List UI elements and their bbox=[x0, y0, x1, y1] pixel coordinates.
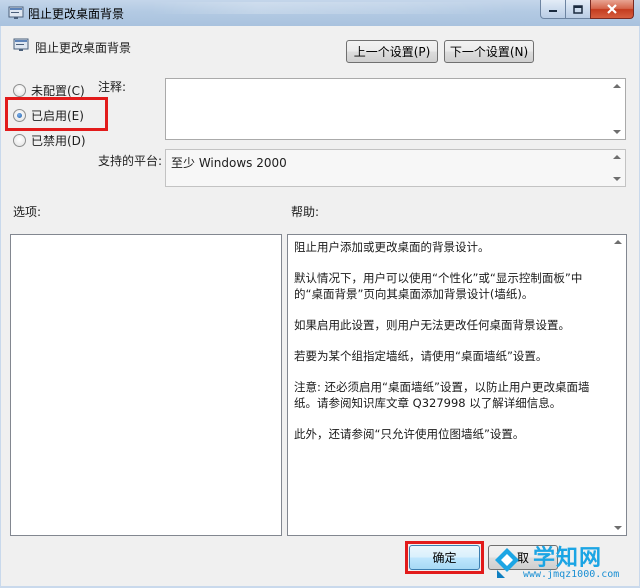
dialog-client-area: 阻止更改桌面背景 上一个设置(P) 下一个设置(N) 未配置(C) 已启用(E)… bbox=[1, 26, 639, 586]
help-scrollbar[interactable] bbox=[610, 235, 626, 535]
title-bar: 阻止更改桌面背景 bbox=[0, 0, 640, 26]
scroll-down-icon[interactable] bbox=[614, 526, 622, 530]
scroll-up-icon[interactable] bbox=[613, 155, 621, 159]
minimize-icon bbox=[549, 10, 557, 12]
help-paragraph: 如果启用此设置，则用户无法更改任何桌面背景设置。 bbox=[294, 318, 570, 332]
next-setting-button[interactable]: 下一个设置(N) bbox=[444, 40, 534, 63]
scroll-up-icon[interactable] bbox=[613, 84, 621, 88]
help-text: 阻止用户添加或更改桌面的背景设计。 默认情况下，用户可以使用“个性化”或“显示控… bbox=[294, 239, 604, 457]
platform-label: 支持的平台: bbox=[98, 154, 163, 168]
comment-scrollbar[interactable] bbox=[609, 79, 625, 139]
ok-highlight-box bbox=[405, 541, 484, 574]
radio-disabled[interactable]: 已禁用(D) bbox=[13, 132, 86, 148]
radio-label: 已禁用(D) bbox=[31, 133, 86, 148]
comment-label: 注释: bbox=[98, 80, 127, 94]
enabled-highlight-box bbox=[5, 97, 108, 131]
radio-label: 未配置(C) bbox=[31, 83, 85, 98]
watermark-logo-icon bbox=[495, 548, 519, 578]
previous-setting-button[interactable]: 上一个设置(P) bbox=[346, 40, 438, 63]
platform-scrollbar[interactable] bbox=[609, 150, 625, 186]
help-paragraph: 此外，还请参阅“只允许使用位图墙纸”设置。 bbox=[294, 427, 525, 441]
radio-circle[interactable] bbox=[13, 133, 26, 147]
minimize-button[interactable] bbox=[540, 0, 566, 19]
help-paragraph: 默认情况下，用户可以使用“个性化”或“显示控制面板”中的“桌面背景”页向其桌面添… bbox=[294, 271, 583, 301]
platform-value: 至少 Windows 2000 bbox=[171, 156, 287, 170]
radio-not-configured[interactable]: 未配置(C) bbox=[13, 82, 85, 98]
help-paragraph: 若要为某个组指定墙纸，请使用“桌面墙纸”设置。 bbox=[294, 349, 548, 363]
policy-setting-icon bbox=[13, 38, 29, 51]
close-icon bbox=[607, 4, 617, 14]
scroll-down-icon[interactable] bbox=[613, 177, 621, 181]
help-paragraph: 阻止用户添加或更改桌面的背景设计。 bbox=[294, 240, 490, 254]
options-panel bbox=[10, 234, 282, 536]
comment-field[interactable] bbox=[165, 78, 626, 140]
setting-name: 阻止更改桌面背景 bbox=[35, 41, 132, 55]
policy-settings-icon bbox=[8, 6, 24, 19]
help-panel: 阻止用户添加或更改桌面的背景设计。 默认情况下，用户可以使用“个性化”或“显示控… bbox=[287, 234, 627, 536]
scroll-down-icon[interactable] bbox=[613, 130, 621, 134]
help-label: 帮助: bbox=[291, 205, 320, 219]
watermark-url: www.jmqz1000.com bbox=[523, 569, 620, 580]
maximize-button[interactable] bbox=[565, 0, 591, 19]
caption-buttons bbox=[540, 0, 634, 19]
platform-field: 至少 Windows 2000 bbox=[165, 149, 626, 187]
title-bar-reflection bbox=[150, 2, 510, 14]
watermark-name: 学知网 bbox=[533, 546, 603, 571]
maximize-icon bbox=[573, 4, 583, 14]
options-label: 选项: bbox=[13, 205, 42, 219]
close-button[interactable] bbox=[590, 0, 634, 19]
radio-circle[interactable] bbox=[13, 83, 26, 97]
scroll-up-icon[interactable] bbox=[614, 240, 622, 244]
site-watermark: 学知网 www.jmqz1000.com bbox=[489, 540, 639, 586]
window-title: 阻止更改桌面背景 bbox=[28, 7, 125, 21]
help-paragraph: 注意: 还必须启用“桌面墙纸”设置，以防止用户更改桌面墙纸。请参阅知识库文章 Q… bbox=[294, 380, 590, 410]
